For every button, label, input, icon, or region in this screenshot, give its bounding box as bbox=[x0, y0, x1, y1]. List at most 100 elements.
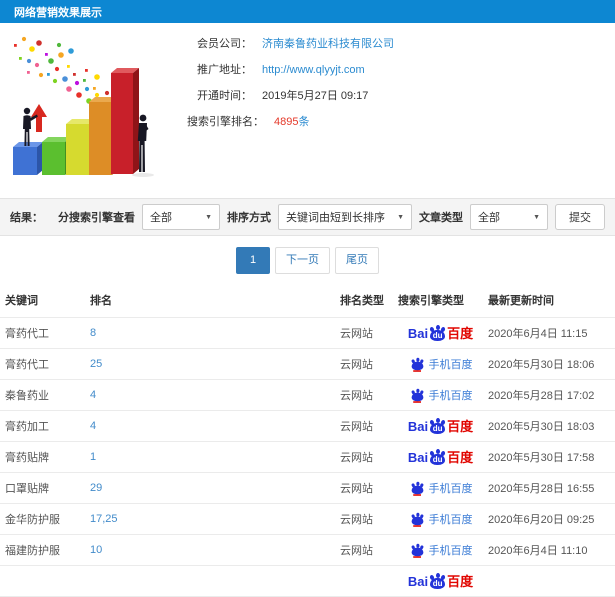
bar-chart-illustration bbox=[0, 32, 178, 182]
engine-cell: 手机百度 bbox=[393, 472, 483, 504]
baidu-logo-bai: Bai bbox=[407, 326, 429, 341]
table-row: Bai du 百度 bbox=[0, 565, 615, 597]
rank-type-cell: 云网站 bbox=[335, 317, 393, 349]
baidu-logo-cn: 百度 bbox=[447, 326, 474, 341]
engine-filter-select[interactable]: 全部 ▼ bbox=[142, 204, 220, 230]
engine-filter-value: 全部 bbox=[150, 212, 172, 224]
growth-chart-graphic bbox=[13, 36, 154, 177]
mobile-baidu-label: 手机百度 bbox=[428, 514, 473, 526]
mobile-baidu-logo: 手机百度 bbox=[409, 542, 473, 558]
rank-link[interactable]: 17,25 bbox=[90, 513, 118, 525]
rank-link[interactable]: 1 bbox=[90, 451, 96, 463]
promo-url-label: 推广地址： bbox=[197, 64, 252, 76]
baidu-logo-cn: 百度 bbox=[447, 419, 474, 434]
businessman-right bbox=[137, 114, 149, 172]
rank-link[interactable]: 25 bbox=[90, 358, 102, 370]
last-page-button[interactable]: 尾页 bbox=[335, 247, 379, 274]
rank-cell: 1 bbox=[85, 441, 335, 473]
chevron-down-icon: ▼ bbox=[205, 213, 212, 221]
rank-count: 4895 bbox=[274, 116, 299, 128]
keyword-cell: 福建防护服 bbox=[0, 534, 85, 566]
keyword-cell: 秦鲁药业 bbox=[0, 379, 85, 411]
baidu-logo: Bai du 百度 bbox=[408, 449, 473, 465]
sort-label: 排序方式 bbox=[227, 212, 271, 224]
opened-time-value: 2019年5月27日 09:17 bbox=[262, 90, 369, 102]
column-header-update-time: 最新更新时间 bbox=[483, 284, 615, 318]
rank-type-cell: 云网站 bbox=[335, 472, 393, 504]
company-row: 会员公司： 济南秦鲁药业科技有限公司 bbox=[178, 36, 615, 52]
table-row: 膏药贴牌 1 云网站 Bai du 百度 2020年5月30日 17:58 bbox=[0, 441, 615, 473]
engine-cell: 手机百度 bbox=[393, 503, 483, 535]
engine-cell: Bai du 百度 bbox=[393, 410, 483, 442]
keyword-cell: 膏药代工 bbox=[0, 317, 85, 349]
mobile-baidu-logo: 手机百度 bbox=[409, 387, 473, 403]
rank-type-cell: 云网站 bbox=[335, 348, 393, 380]
filter-bar: 结果： 分搜索引擎查看 全部 ▼ 排序方式 关键词由短到长排序 ▼ 文章类型 全… bbox=[0, 198, 615, 236]
sort-select[interactable]: 关键词由短到长排序 ▼ bbox=[278, 204, 412, 230]
rank-cell: 29 bbox=[85, 472, 335, 504]
update-time-cell: 2020年5月30日 18:06 bbox=[483, 348, 615, 380]
baidu-paw-icon: du bbox=[429, 573, 446, 589]
rank-cell: 10 bbox=[85, 534, 335, 566]
baidu-logo-cn: 百度 bbox=[447, 450, 474, 465]
column-header-keyword: 关键词 bbox=[0, 284, 85, 318]
promo-url-link[interactable]: http://www.qlyyjt.com bbox=[262, 62, 365, 78]
pagination: 1 下一页 尾页 bbox=[0, 236, 615, 284]
article-type-value: 全部 bbox=[478, 212, 500, 224]
article-type-label: 文章类型 bbox=[419, 212, 463, 224]
rank-link[interactable]: 10 bbox=[90, 544, 102, 556]
rank-type-cell: 云网站 bbox=[335, 503, 393, 535]
table-row: 福建防护服 10 云网站 手机百度 2020年6月4日 11:10 bbox=[0, 534, 615, 566]
keyword-text: 膏药加工 bbox=[5, 421, 49, 433]
baidu-paw-icon bbox=[410, 543, 424, 558]
rank-type-cell: 云网站 bbox=[335, 410, 393, 442]
table-row: 膏药代工 8 云网站 Bai du 百度 2020年6月4日 11:15 bbox=[0, 317, 615, 349]
opened-time-row: 开通时间： 2019年5月27日 09:17 bbox=[178, 88, 615, 104]
mobile-baidu-label: 手机百度 bbox=[428, 483, 473, 495]
update-time-cell: 2020年5月28日 16:55 bbox=[483, 472, 615, 504]
baidu-paw-icon: du bbox=[429, 449, 446, 465]
next-page-button[interactable]: 下一页 bbox=[275, 247, 330, 274]
rank-type-cell: 云网站 bbox=[335, 379, 393, 411]
page-title: 网络营销效果展示 bbox=[14, 6, 102, 19]
baidu-logo: Bai du 百度 bbox=[408, 325, 473, 341]
rank-link[interactable]: 29 bbox=[90, 482, 102, 494]
engine-rank-value: 4895条 bbox=[274, 114, 309, 130]
rank-link[interactable]: 4 bbox=[90, 420, 96, 432]
baidu-logo-bai: Bai bbox=[407, 450, 429, 465]
keyword-text: 膏药代工 bbox=[5, 328, 49, 340]
rank-cell: 4 bbox=[85, 410, 335, 442]
mobile-baidu-logo: 手机百度 bbox=[409, 356, 473, 372]
column-header-engine-type: 搜索引擎类型 bbox=[393, 284, 483, 318]
engine-rank-label: 搜索引擎排名： bbox=[187, 116, 264, 128]
engine-cell: 手机百度 bbox=[393, 534, 483, 566]
keyword-cell: 金华防护服 bbox=[0, 503, 85, 535]
rank-type-cell: 云网站 bbox=[335, 534, 393, 566]
table-row: 金华防护服 17,25 云网站 手机百度 2020年6月20日 09:25 bbox=[0, 503, 615, 535]
update-time-cell: 2020年6月4日 11:15 bbox=[483, 317, 615, 349]
keyword-cell: 膏药贴牌 bbox=[0, 441, 85, 473]
mobile-baidu-label: 手机百度 bbox=[428, 359, 473, 371]
submit-button[interactable]: 提交 bbox=[555, 204, 605, 230]
results-table: 关键词 排名 排名类型 搜索引擎类型 最新更新时间 膏药代工 8 云网站 Bai… bbox=[0, 284, 615, 597]
chevron-down-icon: ▼ bbox=[533, 213, 540, 221]
opened-time-label: 开通时间： bbox=[197, 90, 252, 102]
rank-cell bbox=[85, 565, 335, 597]
keyword-cell: 口罩贴牌 bbox=[0, 472, 85, 504]
update-time-cell: 2020年6月4日 11:10 bbox=[483, 534, 615, 566]
baidu-paw-icon bbox=[410, 357, 424, 372]
update-time-cell: 2020年5月30日 18:03 bbox=[483, 410, 615, 442]
keyword-cell bbox=[0, 565, 85, 597]
page-1-button[interactable]: 1 bbox=[236, 247, 270, 274]
keyword-text: 膏药代工 bbox=[5, 359, 49, 371]
keyword-text: 膏药贴牌 bbox=[5, 452, 49, 464]
result-label: 结果： bbox=[10, 212, 43, 224]
engine-cell: 手机百度 bbox=[393, 348, 483, 380]
title-bar: 网络营销效果展示 bbox=[0, 0, 615, 23]
rank-link[interactable]: 8 bbox=[90, 327, 96, 339]
update-time-cell: 2020年6月20日 09:25 bbox=[483, 503, 615, 535]
rank-link[interactable]: 4 bbox=[90, 389, 96, 401]
article-type-select[interactable]: 全部 ▼ bbox=[470, 204, 548, 230]
sort-value: 关键词由短到长排序 bbox=[286, 212, 385, 224]
mobile-baidu-logo: 手机百度 bbox=[409, 511, 473, 527]
